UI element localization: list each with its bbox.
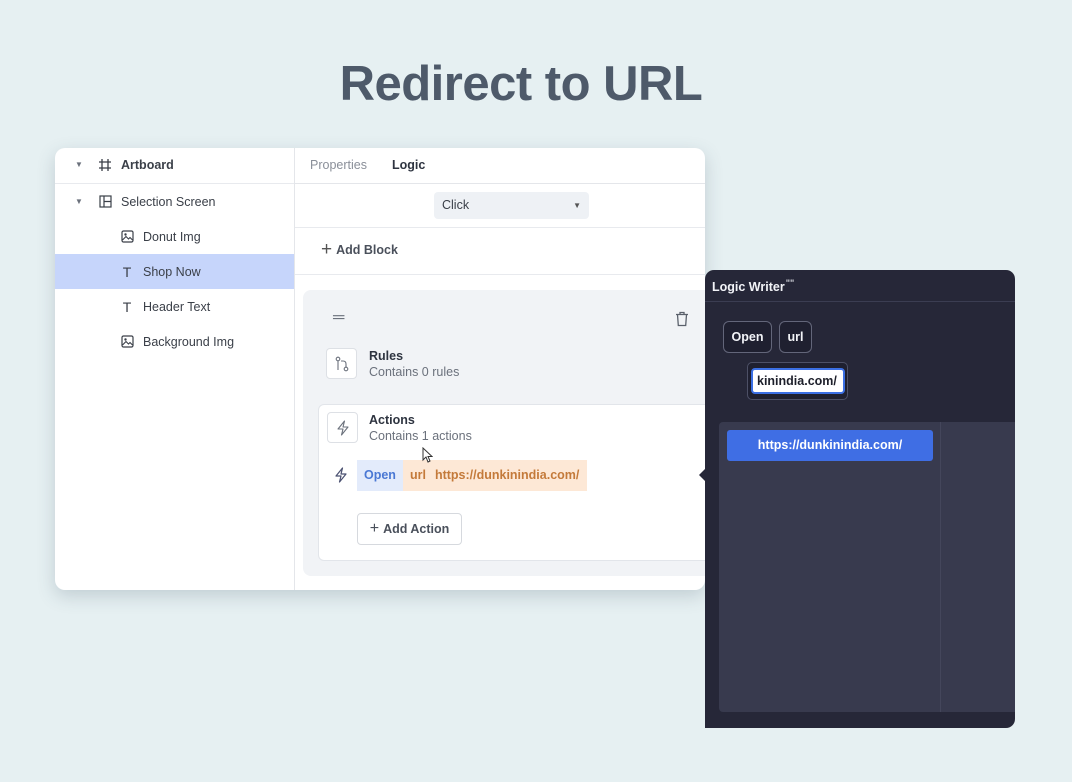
action-statement[interactable]: Open url https://dunkinindia.com/ xyxy=(357,460,588,491)
action-verb-token[interactable]: Open xyxy=(357,460,403,491)
trigger-select[interactable]: Click ▼ xyxy=(434,192,589,219)
plus-icon: + xyxy=(369,520,380,537)
divider xyxy=(940,422,941,712)
rules-title: Rules xyxy=(369,349,404,363)
add-block-button[interactable]: + Add Block xyxy=(321,240,398,259)
artboard-icon xyxy=(98,158,112,172)
writer-token-url[interactable]: url xyxy=(779,321,812,353)
logic-writer-title: Logic Writer"" xyxy=(712,278,794,294)
logic-editor-window: ▼ Artboard ▼ Selection Screen Donut Img … xyxy=(55,148,705,590)
layer-shop-now[interactable]: T Shop Now xyxy=(55,254,294,289)
trash-icon[interactable] xyxy=(675,311,689,327)
plus-icon: + xyxy=(321,239,333,260)
image-icon xyxy=(120,335,134,349)
layer-selection-screen[interactable]: ▼ Selection Screen xyxy=(55,184,294,219)
logic-writer-title-text: Logic Writer xyxy=(712,280,785,295)
writer-token-open[interactable]: Open xyxy=(723,321,772,353)
collapse-caret-icon[interactable]: ▼ xyxy=(75,160,83,169)
action-value-token[interactable]: https://dunkinindia.com/ xyxy=(432,460,588,491)
divider xyxy=(295,227,705,228)
divider xyxy=(705,301,1015,302)
add-block-label: Add Block xyxy=(336,242,398,257)
actions-subtitle: Contains 1 actions xyxy=(369,429,472,443)
add-action-label: Add Action xyxy=(383,522,450,536)
chevron-down-icon: ▼ xyxy=(573,201,581,210)
layout-icon xyxy=(98,195,112,209)
url-input[interactable] xyxy=(751,368,845,394)
text-icon: T xyxy=(122,263,132,280)
mouse-cursor-icon xyxy=(422,446,434,468)
rules-icon xyxy=(326,348,357,379)
url-input-wrapper xyxy=(747,362,848,400)
layer-donut-img[interactable]: Donut Img xyxy=(55,219,294,254)
layer-header-text[interactable]: T Header Text xyxy=(55,289,294,324)
logic-block: ═ Rules Contains 0 rules Actions Contain… xyxy=(303,290,705,576)
tab-logic[interactable]: Logic xyxy=(392,158,425,172)
add-action-button[interactable]: + Add Action xyxy=(357,513,462,545)
quote-mark-icon: "" xyxy=(785,278,795,288)
layer-label: Donut Img xyxy=(143,229,201,244)
actions-icon xyxy=(327,412,358,443)
url-suggestion[interactable]: https://dunkinindia.com/ xyxy=(727,430,933,461)
lightning-icon xyxy=(334,467,348,488)
layer-label: Selection Screen xyxy=(121,194,216,209)
divider xyxy=(295,274,705,275)
text-icon: T xyxy=(122,298,132,315)
logic-writer-panel: Logic Writer"" Open url https://dunkinin… xyxy=(705,270,1015,728)
tab-properties[interactable]: Properties xyxy=(310,158,367,172)
rules-subtitle: Contains 0 rules xyxy=(369,365,460,379)
image-icon xyxy=(120,230,134,244)
layer-label: Background Img xyxy=(143,334,235,349)
actions-group: Actions Contains 1 actions Open url http… xyxy=(318,404,705,561)
layer-artboard[interactable]: ▼ Artboard xyxy=(55,148,294,182)
layer-label: Artboard xyxy=(121,157,174,172)
drag-handle-icon[interactable]: ═ xyxy=(333,310,344,326)
layer-label: Header Text xyxy=(143,299,211,314)
logic-panel: Properties Logic Click ▼ + Add Block ═ R… xyxy=(295,148,705,590)
layers-panel: ▼ Artboard ▼ Selection Screen Donut Img … xyxy=(55,148,295,590)
trigger-value: Click xyxy=(442,198,470,212)
layer-label: Shop Now xyxy=(143,264,201,279)
suggestions-panel: https://dunkinindia.com/ xyxy=(719,422,1015,712)
page-title: Redirect to URL xyxy=(339,57,703,111)
collapse-caret-icon[interactable]: ▼ xyxy=(75,197,83,206)
layer-background-img[interactable]: Background Img xyxy=(55,324,294,359)
panel-tabs: Properties Logic xyxy=(295,148,705,184)
actions-title: Actions xyxy=(369,413,415,427)
